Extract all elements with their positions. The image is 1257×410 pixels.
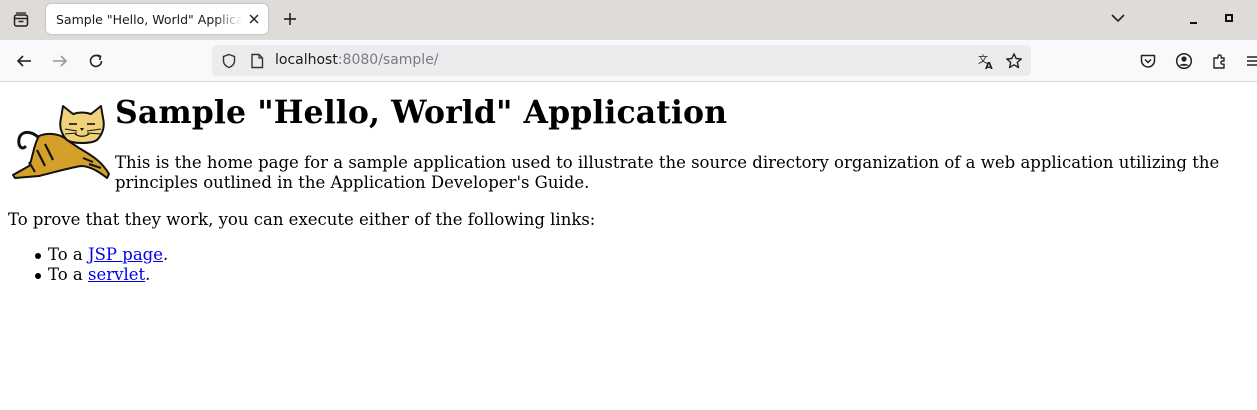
jsp-page-link[interactable]: JSP page [88, 245, 163, 264]
tab-list-icon[interactable] [7, 6, 35, 34]
active-tab[interactable]: Sample "Hello, World" Application [46, 4, 268, 34]
page-content: Sample "Hello, World" Application This i… [0, 82, 1257, 410]
plus-icon[interactable] [277, 6, 303, 32]
puzzle-icon[interactable] [1208, 49, 1232, 73]
list-item: To a servlet. [34, 264, 168, 285]
tab-strip: Sample "Hello, World" Application [0, 0, 1257, 40]
maximize-icon[interactable] [1219, 8, 1239, 28]
link-prefix: To a [48, 264, 88, 284]
url-host: localhost [275, 52, 338, 68]
servlet-link[interactable]: servlet [88, 265, 145, 284]
star-icon[interactable] [1004, 51, 1024, 71]
chevron-down-icon[interactable] [1106, 6, 1130, 30]
page-icon[interactable] [248, 52, 266, 70]
list-item: To a JSP page. [34, 245, 169, 265]
url-path: :8080/sample/ [337, 52, 439, 68]
url-text[interactable]: localhost:8080/sample/ [275, 52, 439, 68]
prove-paragraph: To prove that they work, you can execute… [8, 210, 596, 229]
link-suffix: . [163, 245, 169, 264]
page-heading: Sample "Hello, World" Application [115, 94, 728, 131]
pocket-icon[interactable] [1136, 49, 1160, 73]
tomcat-logo [9, 104, 113, 182]
back-arrow-icon[interactable] [10, 47, 38, 75]
links-list: To a JSP page. To a servlet. [34, 245, 169, 285]
account-icon[interactable] [1172, 49, 1196, 73]
minimize-icon[interactable] [1184, 10, 1204, 30]
link-suffix: . [145, 264, 151, 284]
tab-title: Sample "Hello, World" Application [56, 11, 242, 27]
forward-arrow-icon[interactable] [46, 47, 74, 75]
reload-icon[interactable] [82, 47, 110, 75]
intro-paragraph: This is the home page for a sample appli… [115, 153, 1220, 192]
navigation-toolbar: localhost:8080/sample/ 文 A [0, 40, 1257, 82]
link-prefix: To a [48, 245, 88, 264]
close-icon[interactable] [246, 11, 262, 27]
shield-icon[interactable] [220, 52, 238, 70]
translate-icon[interactable]: 文 A [976, 51, 996, 71]
address-bar[interactable]: localhost:8080/sample/ 文 A [212, 45, 1031, 76]
hamburger-menu-icon[interactable] [1245, 49, 1257, 73]
svg-text:A: A [985, 61, 993, 70]
